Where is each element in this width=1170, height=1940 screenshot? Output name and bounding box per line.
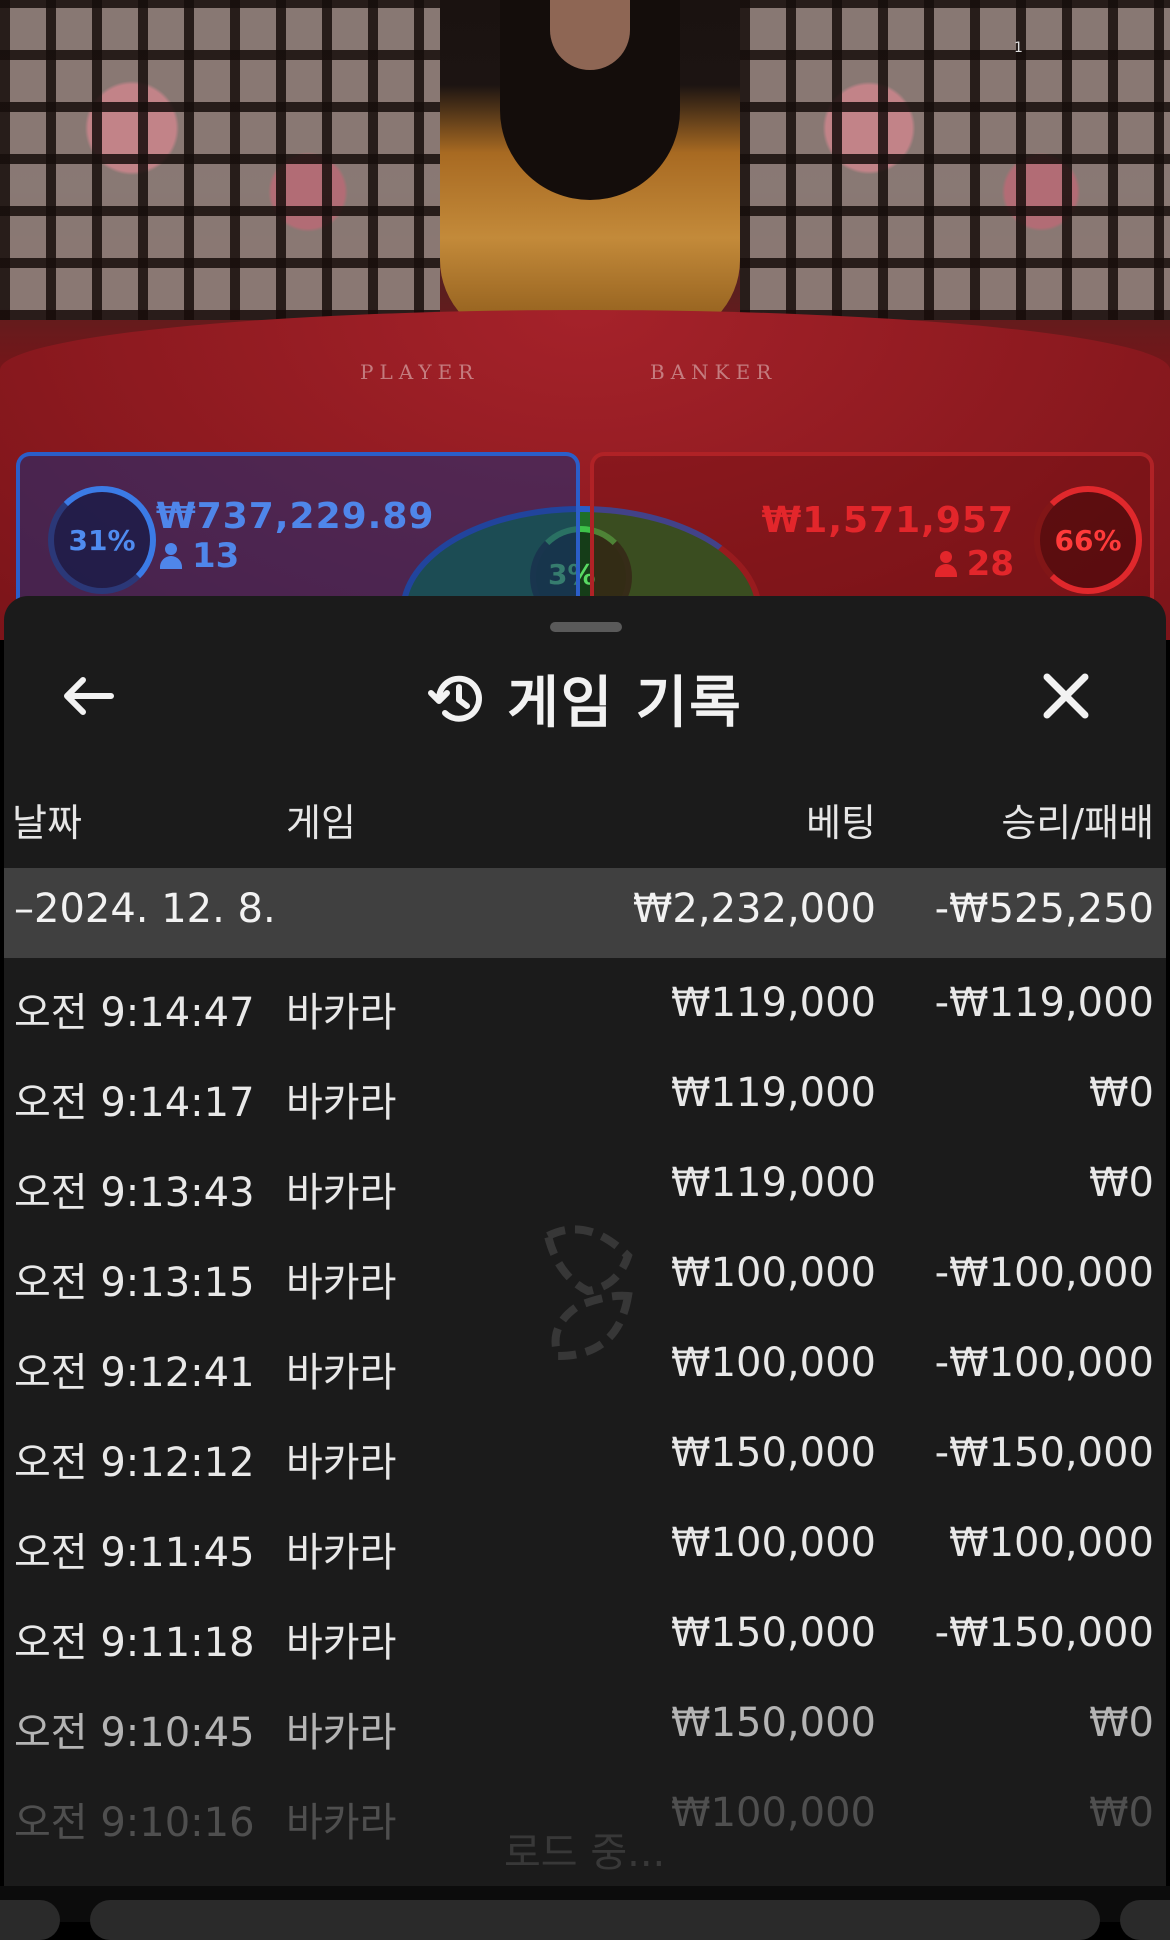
row-time: 오전 9:14:17 [14,1080,255,1126]
banker-count-value: 28 [966,544,1014,584]
day-date: –2024. 12. 8. [14,886,276,932]
banker-percent-ring: 66% [1034,486,1142,594]
history-row[interactable]: 오전 9:11:45 바카라 ₩100,000 ₩100,000 [4,1498,1166,1588]
bottom-toolbar [0,1886,1170,1940]
row-game: 바카라 [286,1080,397,1126]
row-bet: ₩150,000 [671,1700,876,1746]
row-time: 오전 9:11:45 [14,1530,255,1576]
row-bet: ₩119,000 [671,980,876,1026]
player-percent-ring: 31% [48,486,156,594]
person-icon [160,543,182,569]
row-win-loss: ₩100,000 [949,1520,1154,1566]
day-win-loss: -₩525,250 [934,886,1154,932]
person-icon [934,551,957,577]
live-video: PLAYER BANKER 1 3% 31% ₩737,229.89 13 ₩1… [0,0,1170,640]
row-game: 바카라 [286,1530,397,1576]
row-win-loss: -₩150,000 [934,1430,1154,1476]
dealer [440,0,740,340]
player-total-amount: ₩737,229.89 [156,496,435,537]
history-row[interactable]: 오전 9:10:16 바카라 ₩100,000 ₩0 [4,1768,1166,1858]
close-button[interactable] [1026,656,1106,736]
row-bet: ₩119,000 [671,1070,876,1116]
history-clock-icon [428,675,483,722]
row-game: 바카라 [286,1260,397,1306]
row-bet: ₩100,000 [671,1340,876,1386]
lattice-screen-left [0,0,440,320]
row-win-loss: ₩0 [1089,1790,1154,1836]
banker-bettor-count: 28 [934,544,1014,584]
row-game: 바카라 [286,1710,397,1756]
column-bet: 베팅 [806,801,876,845]
history-row[interactable]: 오전 9:11:18 바카라 ₩150,000 -₩150,000 [4,1588,1166,1678]
row-game: 바카라 [286,1800,397,1846]
column-win-loss: 승리/패배 [1001,801,1154,845]
row-bet: ₩100,000 [671,1250,876,1296]
row-time: 오전 9:12:41 [14,1350,255,1396]
row-win-loss: ₩0 [1089,1700,1154,1746]
row-game: 바카라 [286,1170,397,1216]
row-time: 오전 9:11:18 [14,1620,255,1666]
column-headers: 날짜 게임 베팅 승리/패배 [4,786,1166,866]
history-row[interactable]: 오전 9:13:15 바카라 ₩100,000 -₩100,000 [4,1228,1166,1318]
row-bet: ₩150,000 [671,1610,876,1656]
row-time: 오전 9:10:45 [14,1710,255,1756]
row-win-loss: -₩100,000 [934,1250,1154,1296]
row-bet: ₩100,000 [671,1520,876,1566]
row-win-loss: ₩0 [1089,1160,1154,1206]
row-time: 오전 9:13:43 [14,1170,255,1216]
row-game: 바카라 [286,1350,397,1396]
row-game: 바카라 [286,1620,397,1666]
row-win-loss: -₩100,000 [934,1340,1154,1386]
row-game: 바카라 [286,990,397,1036]
corner-tag: 1 [1014,40,1023,56]
column-game: 게임 [286,801,356,845]
banker-percent: 66% [1054,523,1122,557]
history-row[interactable]: 오전 9:14:17 바카라 ₩119,000 ₩0 [4,1048,1166,1138]
column-date: 날짜 [12,801,82,845]
sheet-drag-handle[interactable] [550,622,622,632]
felt-banker-label: BANKER [650,360,778,384]
close-icon [1043,673,1089,719]
history-row[interactable]: 오전 9:12:12 바카라 ₩150,000 -₩150,000 [4,1408,1166,1498]
bottom-toolbar-control-center[interactable] [90,1900,1100,1940]
player-bet-panel[interactable]: 31% ₩737,229.89 13 [16,452,580,606]
lattice-screen-right [740,0,1170,320]
history-row[interactable]: 오전 9:13:43 바카라 ₩119,000 ₩0 [4,1138,1166,1228]
row-bet: ₩150,000 [671,1430,876,1476]
row-game: 바카라 [286,1440,397,1486]
sheet-title: 게임 기록 [507,671,743,736]
player-count-value: 13 [192,536,240,576]
day-total-bet: ₩2,232,000 [632,886,876,932]
felt-player-label: PLAYER [360,360,480,384]
row-win-loss: -₩150,000 [934,1610,1154,1656]
history-list: 오전 9:14:47 바카라 ₩119,000 -₩119,000 오전 9:1… [4,958,1166,1858]
history-row[interactable]: 오전 9:10:45 바카라 ₩150,000 ₩0 [4,1678,1166,1768]
history-row[interactable]: 오전 9:12:41 바카라 ₩100,000 -₩100,000 [4,1318,1166,1408]
row-bet: ₩119,000 [671,1160,876,1206]
player-bettor-count: 13 [160,536,239,576]
player-percent: 31% [68,523,136,557]
game-history-sheet: 게임 기록 날짜 게임 베팅 승리/패배 –2024. 12. 8. ₩2,23… [4,596,1166,1886]
row-bet: ₩100,000 [671,1790,876,1836]
row-win-loss: ₩0 [1089,1070,1154,1116]
row-time: 오전 9:12:12 [14,1440,255,1486]
day-summary-row[interactable]: –2024. 12. 8. ₩2,232,000 -₩525,250 [4,868,1166,958]
banker-total-amount: ₩1,571,957 [761,500,1014,541]
sheet-header: 게임 기록 [4,658,1166,739]
row-time: 오전 9:13:15 [14,1260,255,1306]
bottom-toolbar-control-right[interactable] [1120,1900,1170,1940]
banker-bet-panel[interactable]: ₩1,571,957 28 66% [590,452,1154,606]
row-win-loss: -₩119,000 [934,980,1154,1026]
row-time: 오전 9:14:47 [14,990,255,1036]
row-time: 오전 9:10:16 [14,1800,255,1846]
bottom-toolbar-control-left[interactable] [0,1900,60,1940]
history-row[interactable]: 오전 9:14:47 바카라 ₩119,000 -₩119,000 [4,958,1166,1048]
